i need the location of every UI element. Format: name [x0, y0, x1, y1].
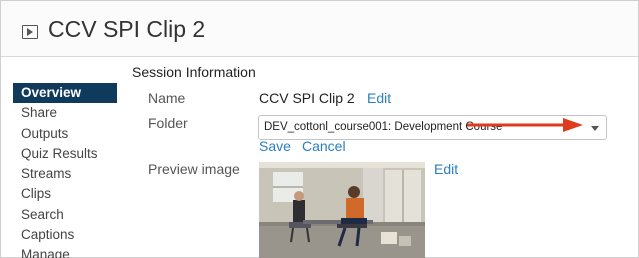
edit-name-link[interactable]: Edit: [367, 90, 391, 106]
page-title: CCV SPI Clip 2: [48, 16, 206, 42]
section-title: Session Information: [132, 64, 256, 80]
session-settings-window: CCV SPI Clip 2 Overview Share Outputs Qu…: [0, 0, 639, 258]
name-label: Name: [148, 90, 186, 106]
cancel-link[interactable]: Cancel: [302, 138, 346, 154]
sidebar-item-captions[interactable]: Captions: [13, 225, 117, 245]
sidebar-item-quiz-results[interactable]: Quiz Results: [13, 144, 117, 164]
preview-image: [259, 162, 425, 258]
sidebar-item-outputs[interactable]: Outputs: [13, 124, 117, 144]
edit-preview-link[interactable]: Edit: [434, 161, 458, 177]
sidebar-nav: Overview Share Outputs Quiz Results Stre…: [13, 83, 117, 258]
save-link[interactable]: Save: [259, 138, 291, 154]
preview-image-label: Preview image: [148, 161, 240, 177]
sidebar-item-clips[interactable]: Clips: [13, 184, 117, 204]
sidebar-item-overview[interactable]: Overview: [13, 83, 117, 104]
session-icon: [22, 25, 38, 39]
sidebar-item-share[interactable]: Share: [13, 103, 117, 123]
sidebar-item-streams[interactable]: Streams: [13, 164, 117, 184]
chevron-down-icon[interactable]: [591, 126, 599, 131]
folder-label: Folder: [148, 115, 188, 131]
sidebar-item-manage[interactable]: Manage: [13, 245, 117, 258]
session-name-value: CCV SPI Clip 2: [259, 90, 355, 106]
page-header: CCV SPI Clip 2: [1, 1, 638, 57]
preview-image-scene: [259, 162, 425, 258]
sidebar-item-search[interactable]: Search: [13, 205, 117, 225]
annotation-arrow-icon: [467, 118, 583, 132]
